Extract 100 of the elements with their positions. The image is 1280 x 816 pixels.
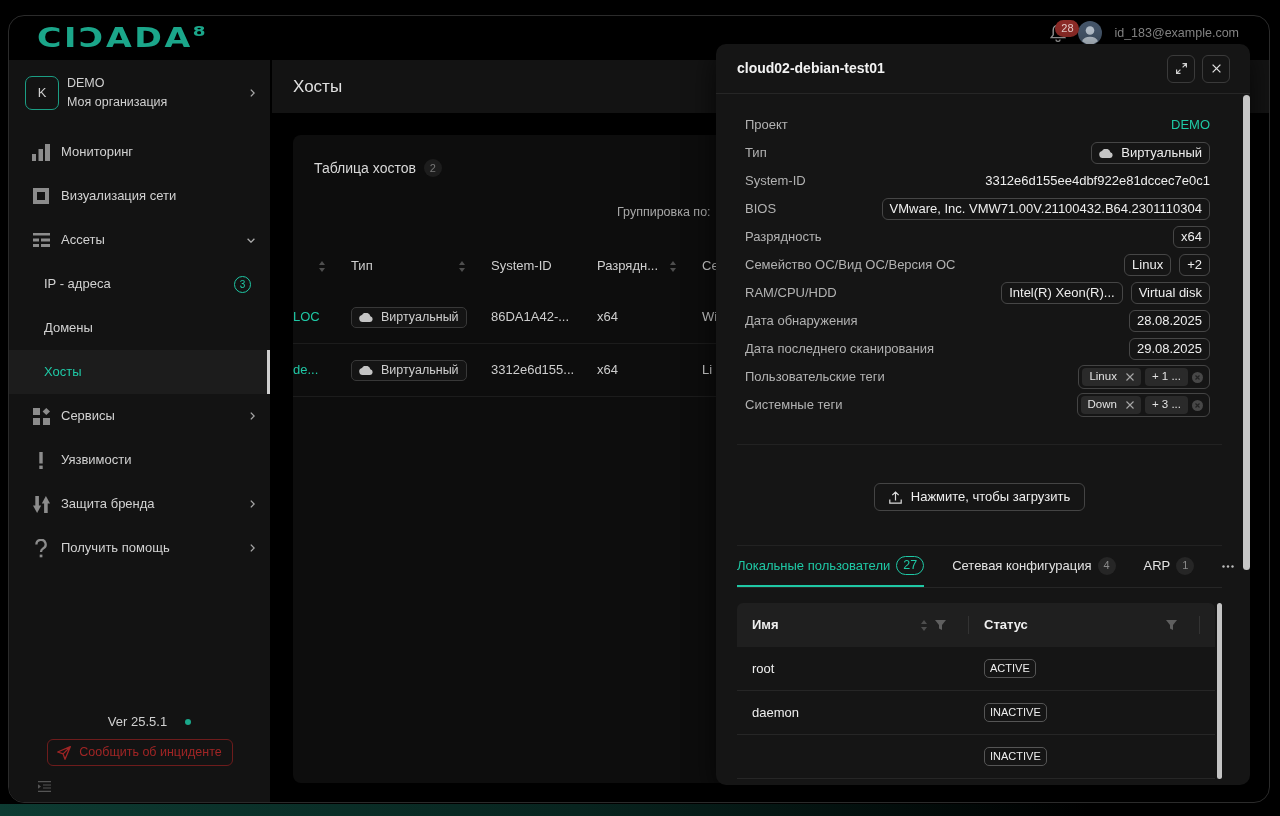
clear-icon[interactable] (1192, 371, 1203, 383)
type-tag: Виртуальный (351, 359, 467, 381)
scrollbar-thumb[interactable] (1243, 95, 1250, 570)
status-tag: INACTIVE (984, 747, 1047, 766)
list-icon (32, 233, 50, 247)
value-tag: VMware, Inc. VMW71.00V.21100432.B64.2301110304 (881, 198, 1210, 220)
column-header[interactable]: Статус (969, 603, 1200, 647)
sidebar-subitem[interactable]: Хосты (9, 350, 270, 394)
sort-icon[interactable] (670, 260, 676, 272)
count-badge: 4 (1097, 556, 1116, 575)
card-title: Таблица хостов (314, 158, 416, 178)
scrollbar-thumb[interactable] (1217, 603, 1222, 779)
column-header: System-ID (490, 257, 553, 276)
table-cell-text: 3312e6d155... (491, 361, 575, 380)
type-tag: Виртуальный (351, 306, 467, 328)
tab[interactable]: Сетевая конфигурация 4 (952, 546, 1116, 587)
type-tag: Виртуальный (1091, 142, 1210, 164)
column-header[interactable]: Имя (737, 603, 969, 647)
sidebar-subitem[interactable]: Домены (9, 306, 270, 350)
upload-button[interactable]: Нажмите, чтобы загрузить (873, 483, 1086, 511)
status-tag: INACTIVE (984, 703, 1047, 722)
field-value: 3312e6d155ee4dbf922e81dccec7e0c1 (985, 172, 1210, 191)
tab[interactable]: Локальные пользователи 27 (737, 546, 925, 587)
count-badge: 2 (423, 159, 442, 177)
status-tag: ACTIVE (984, 659, 1036, 678)
sidebar-item[interactable]: Ассеты (9, 218, 270, 262)
table-cell-text: Li (702, 361, 713, 380)
expand-button[interactable] (1167, 54, 1195, 83)
question-icon (35, 538, 47, 558)
close-button[interactable] (1202, 54, 1230, 83)
table-cell-text: Wi (702, 308, 718, 327)
upload-icon (888, 490, 902, 504)
tag-chip[interactable]: Linux (1082, 368, 1141, 386)
sort-icon[interactable] (921, 619, 927, 631)
tag-select-field[interactable]: Down + 3 ... (1076, 393, 1210, 417)
column-header[interactable]: Тип (335, 241, 475, 291)
sort-icon[interactable] (319, 260, 325, 272)
notification-badge: 28 (1055, 20, 1080, 37)
value-tag: Virtual disk (1130, 282, 1210, 304)
field-label: Семейство ОС/Вид ОС/Версия ОС (745, 256, 956, 275)
value-tag: Linux (1124, 254, 1172, 276)
expand-icon (1175, 63, 1187, 74)
tag-chip[interactable]: + 1 ... (1144, 368, 1188, 386)
value-tag: 28.08.2025 (1128, 310, 1210, 332)
organization-selector[interactable]: K DEMO Моя организация (9, 68, 270, 118)
sort-arrows-icon (32, 495, 50, 513)
count-badge: 1 (1176, 556, 1195, 575)
host-link[interactable]: LOC (293, 307, 320, 327)
cloud-icon (1099, 148, 1114, 158)
tab[interactable]: ARP 1 (1143, 546, 1195, 587)
more-icon[interactable] (1222, 565, 1235, 568)
page-title: Хосты (293, 75, 343, 98)
cloud-icon (359, 312, 373, 322)
sidebar-subitem[interactable]: IP - адреса 3 (9, 262, 270, 306)
bar-chart-icon (32, 143, 50, 161)
apps-icon (32, 407, 50, 425)
sidebar-item[interactable]: Мониторинг (9, 130, 270, 174)
sidebar-item[interactable]: Сервисы (9, 394, 270, 438)
field-label: Дата последнего сканирования (745, 340, 935, 359)
table-cell-text: x64 (597, 361, 618, 380)
tag-chip[interactable]: Down (1080, 396, 1141, 414)
sidebar-item[interactable]: Визуализация сети (9, 174, 270, 218)
close-icon[interactable] (1125, 401, 1134, 409)
field-label: BIOS (745, 200, 777, 219)
field-label: RAM/CPU/HDD (745, 284, 837, 303)
tag-chip[interactable]: + 3 ... (1144, 396, 1188, 414)
close-icon (1211, 64, 1221, 73)
user-email[interactable]: id_183@example.com (1114, 23, 1239, 43)
value-tag: +2 (1179, 254, 1210, 276)
field-label: Пользовательские теги (745, 368, 885, 387)
user-name: daemon (752, 703, 799, 722)
field-label: Дата обнаружения (745, 312, 858, 331)
column-header[interactable]: Разрядн... (581, 241, 686, 291)
table-cell-text: 86DA1A42-... (491, 308, 570, 327)
field-label: Разрядность (745, 228, 822, 247)
project-link[interactable]: DEMO (1171, 115, 1210, 135)
organization-avatar: K (25, 76, 59, 110)
collapse-menu-icon[interactable] (38, 781, 51, 792)
clear-icon[interactable] (1192, 399, 1203, 411)
filter-icon[interactable] (935, 620, 946, 630)
version-text: Ver 25.5.1 (107, 713, 168, 732)
host-link[interactable]: de... (293, 360, 319, 380)
grouping-label: Группировка по: (617, 203, 711, 221)
square-icon (33, 188, 49, 204)
avatar-icon[interactable] (1078, 21, 1103, 45)
organization-name: DEMO (67, 75, 106, 92)
table-cell-text: x64 (597, 308, 618, 327)
chevron-right-icon (250, 89, 255, 97)
value-tag: 29.08.2025 (1128, 338, 1210, 360)
cloud-icon (359, 365, 373, 375)
field-label: Тип (745, 144, 767, 163)
tag-select-field[interactable]: Linux + 1 ... (1078, 365, 1210, 389)
sidebar-item[interactable]: Получить помощь (9, 526, 270, 570)
value-tag: x64 (1173, 226, 1210, 248)
close-icon[interactable] (1125, 373, 1134, 381)
sidebar-item[interactable]: Защита бренда (9, 482, 270, 526)
sort-icon[interactable] (459, 260, 465, 272)
field-label: Проект (745, 116, 788, 135)
filter-icon[interactable] (1166, 620, 1177, 630)
sidebar-item[interactable]: Уязвимости (9, 438, 270, 482)
